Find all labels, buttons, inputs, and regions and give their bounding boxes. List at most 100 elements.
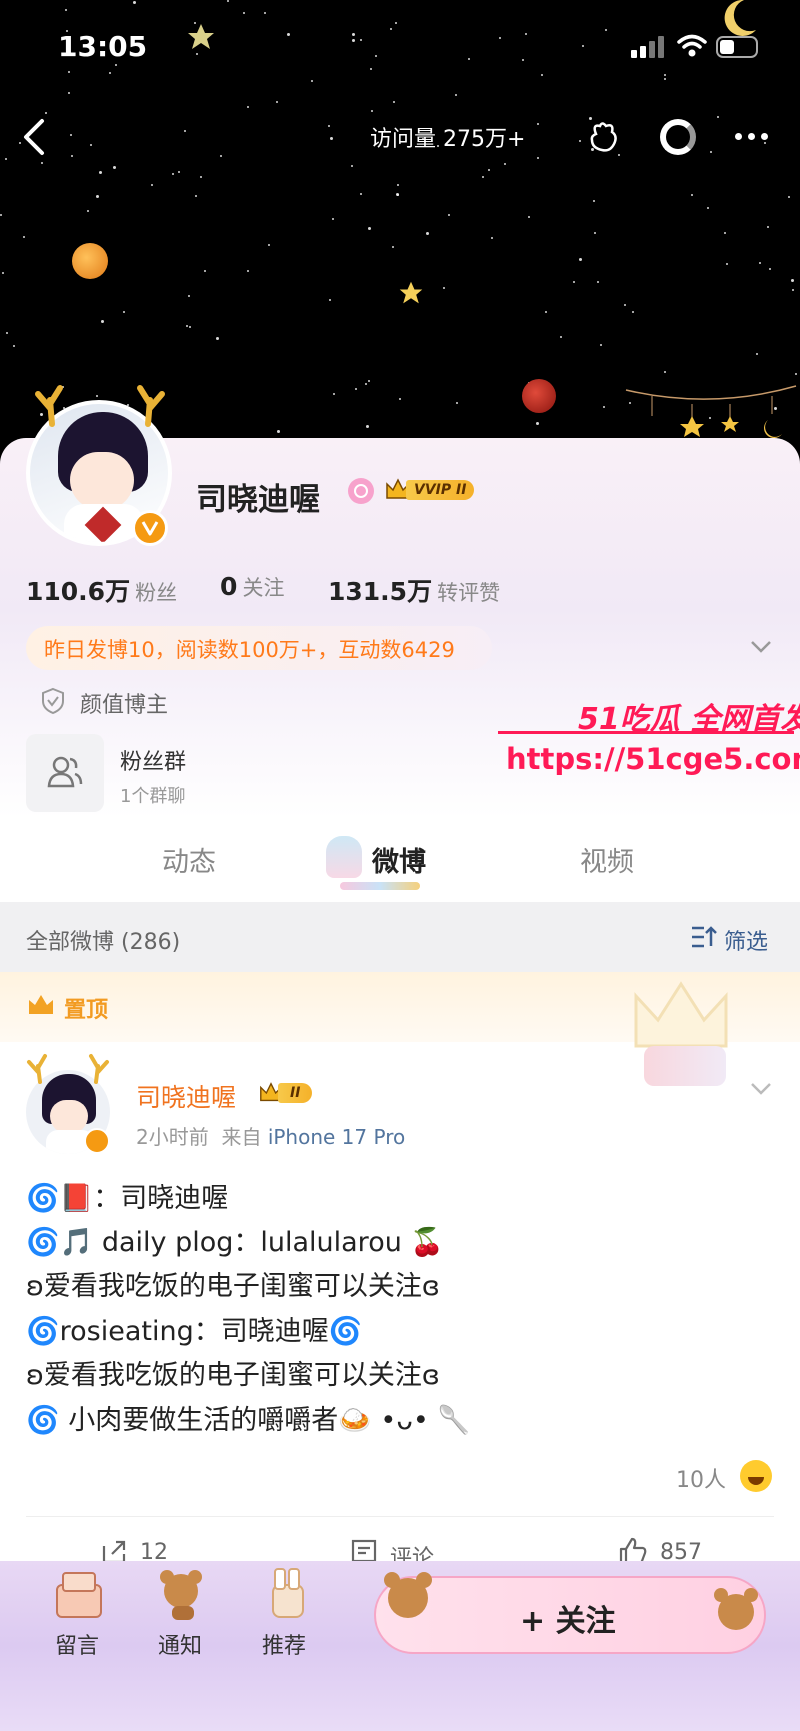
star-dot [184,130,186,132]
fan-group-icon[interactable] [26,734,104,812]
star-dot [41,162,43,164]
bottom-item-recommend[interactable]: 推荐 [262,1628,306,1660]
bottom-item-message[interactable]: 留言 [55,1628,99,1660]
post-text-line: ʚ爱看我吃饭的电子闺蜜可以关注ɞ [26,1360,440,1391]
star-dot [151,184,153,186]
star-dot [351,165,353,167]
stat-fans[interactable]: 110.6万 粉丝 [26,572,177,608]
star-dot [264,12,266,14]
star-dot [541,74,543,76]
star-dot [717,116,719,118]
status-time: 13:05 [58,30,148,63]
verified-badge-icon [132,510,168,546]
filter-button[interactable]: 筛选 [724,924,768,956]
star-dot [788,196,790,198]
post-text-line: 🌀rosieating：司晓迪喔🌀 [26,1316,363,1347]
star-dot [759,262,761,264]
sticker-icon[interactable] [588,120,620,154]
daily-summary: 昨日发博10，阅读数100万+，互动数6429 [44,638,455,662]
star-dot [109,72,111,74]
star-dot [468,58,470,60]
post-meta: 2小时前 来自 iPhone 17 Pro [136,1121,405,1150]
stat-following[interactable]: 0 关注 [220,572,285,602]
lens-badge-icon[interactable] [348,478,374,504]
star-dot [113,166,116,169]
chevron-down-icon[interactable] [750,1082,772,1096]
notify-bear-icon[interactable] [152,1566,208,1620]
recommend-bunny-icon[interactable] [256,1566,312,1620]
star-dot [227,0,229,2]
star-dot [276,101,278,103]
tab-video[interactable]: 视频 [580,840,634,879]
star-dot [123,311,125,313]
star-dot [287,33,290,36]
moon-icon [724,0,756,36]
star-dot [537,157,539,159]
star-dot [756,353,758,355]
crown-icon [29,995,53,1014]
star-dot [216,337,219,340]
star-dot [579,258,582,261]
star-dot [448,214,450,216]
star-dot [204,270,206,272]
star-dot [186,325,188,327]
star-dot [632,311,634,313]
star-dot [368,380,370,382]
back-chevron-icon[interactable] [20,117,46,157]
all-posts-label[interactable]: 全部微博 (286) [26,924,180,956]
star-dot [482,176,484,178]
pinned-label: 置顶 [64,998,109,1023]
star-dot [603,406,605,408]
star-dot [764,142,766,144]
star-dot [710,151,712,153]
star-dot [767,226,769,228]
star-dot [691,194,693,196]
star-dot [70,134,72,136]
star-dot [399,398,401,400]
divider [26,1516,774,1517]
tab-weibo[interactable]: 微博 [372,840,426,879]
post-vip-badge: II [258,1080,332,1106]
star-dot [443,287,445,289]
active-tab-indicator [340,882,420,890]
star-dot [195,195,197,197]
bears-decoration [644,1046,726,1086]
battery-icon [716,36,758,58]
post-time: 2小时前 [136,1125,209,1149]
star-dot [371,110,373,112]
chevron-down-icon[interactable] [750,640,772,654]
post-source[interactable]: iPhone 17 Pro [268,1125,405,1149]
star-dot [247,270,249,272]
reactions-count[interactable]: 10人 [676,1462,726,1494]
stat-interactions[interactable]: 131.5万 转评赞 [328,572,500,608]
bottom-item-notify[interactable]: 通知 [158,1628,202,1660]
star-dot [499,37,501,39]
star-dot [397,194,399,196]
post-author[interactable]: 司晓迪喔 [136,1078,236,1114]
star-dot [594,232,596,234]
star-dot [724,232,726,234]
star-dot [277,430,280,433]
fan-group-count: 1个群聊 [120,786,186,807]
star-dot [5,158,7,160]
star-icon [399,281,423,304]
visit-count: 访问量 275万+ [370,127,526,152]
follow-button-label: + 关注 [520,1604,616,1639]
creator-tag[interactable]: 颜值博主 [80,687,168,719]
vip-badge[interactable]: VVIP II [384,476,488,504]
fan-group-title[interactable]: 粉丝群 [120,744,186,776]
ring-icon[interactable] [660,119,696,155]
star-dot [600,344,602,346]
star-dot [618,154,620,156]
message-box-icon[interactable] [52,1568,102,1618]
tab-dynamic[interactable]: 动态 [162,840,216,879]
star-dot [360,193,362,195]
star-dot [268,244,270,246]
filter-icon[interactable] [690,925,718,949]
star-dot [370,68,372,70]
star-dot [366,425,369,428]
post-text-line: ʚ爱看我吃饭的电子闺蜜可以关注ɞ [26,1271,440,1302]
more-icon[interactable] [735,133,771,141]
star-dot [87,210,89,212]
star-dot [375,55,377,57]
